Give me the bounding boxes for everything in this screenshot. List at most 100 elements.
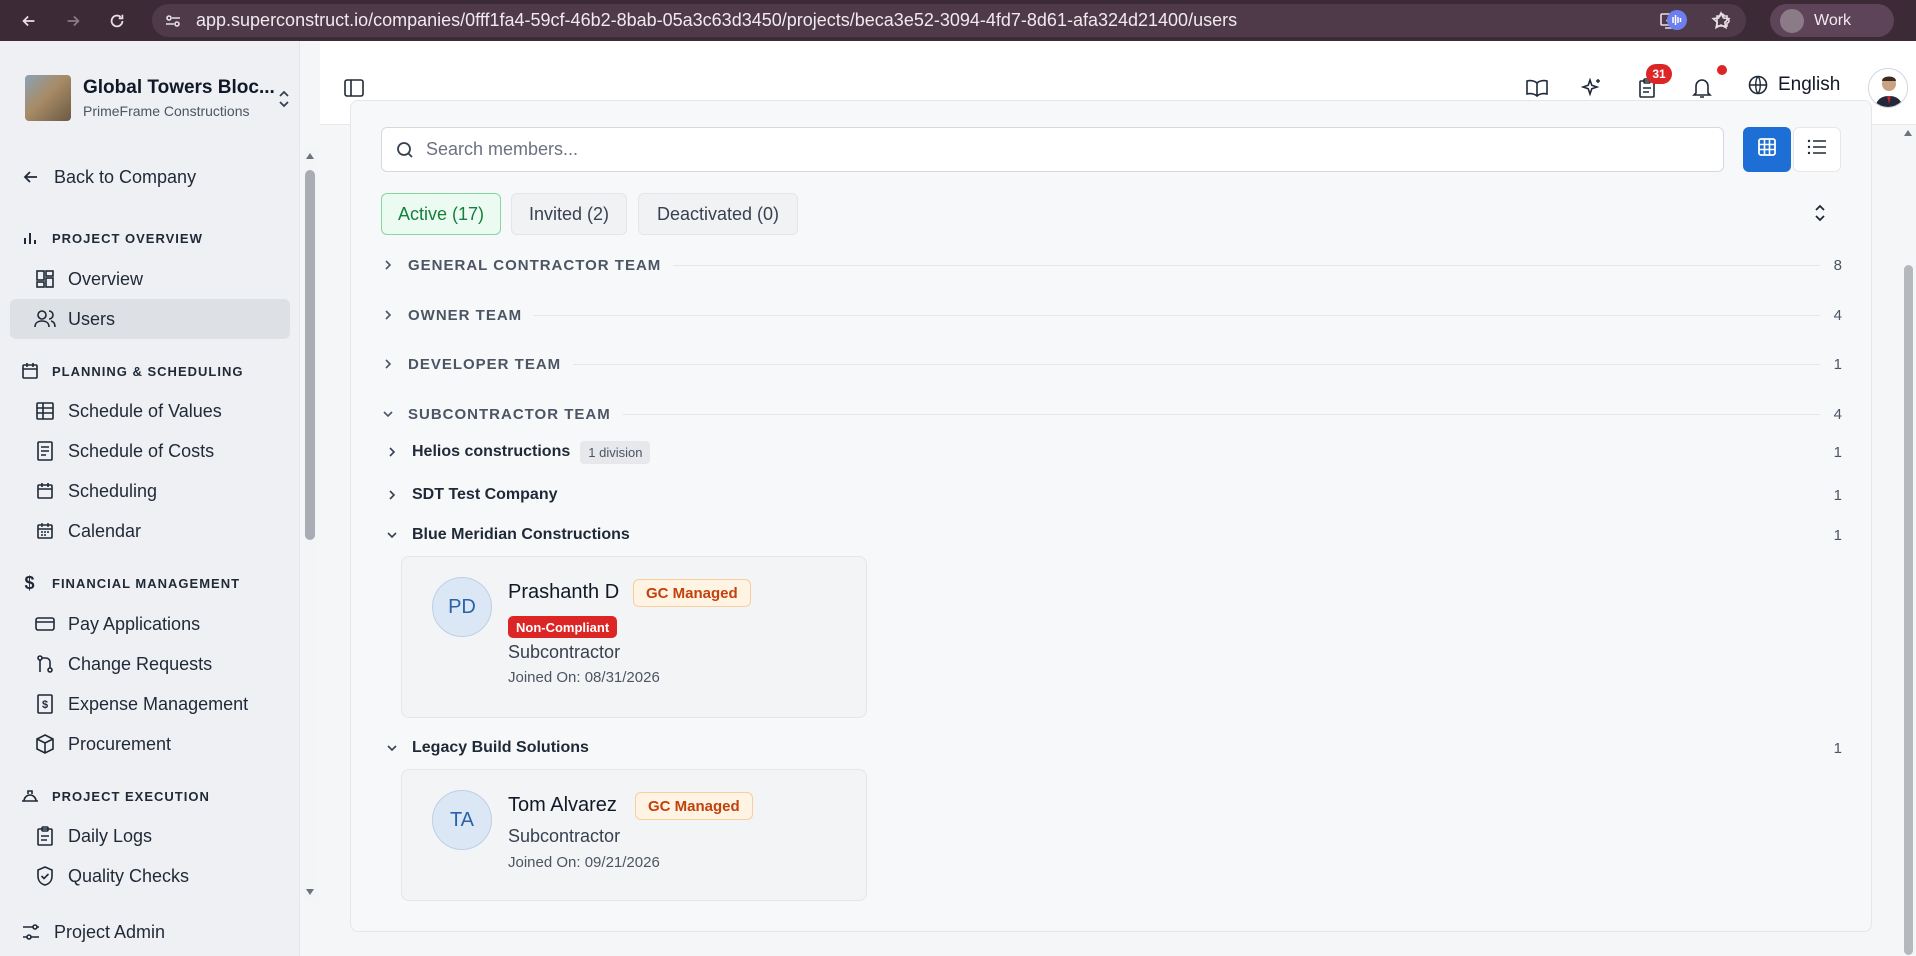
sidebar-item-overview[interactable]: Overview: [10, 259, 290, 299]
sparkles-icon[interactable]: [1580, 76, 1604, 100]
language-selector[interactable]: English: [1748, 74, 1840, 96]
site-settings-icon[interactable]: [156, 4, 190, 37]
tab-deactivated[interactable]: Deactivated (0): [638, 193, 798, 235]
company-blue-meridian[interactable]: Blue Meridian Constructions 1: [384, 522, 1842, 548]
search-box[interactable]: [381, 127, 1724, 172]
group-title: OWNER TEAM: [408, 306, 523, 324]
browser-toolbar: app.superconstruct.io/companies/0fff1fa4…: [0, 0, 1916, 41]
company-count: 1: [1833, 526, 1842, 544]
sidebar-item-expense-management[interactable]: $ Expense Management: [10, 684, 290, 724]
sidebar-item-project-admin[interactable]: Project Admin: [10, 912, 290, 952]
group-general-contractor[interactable]: GENERAL CONTRACTOR TEAM 8: [380, 253, 1842, 277]
expand-collapse-all-icon[interactable]: [1812, 202, 1828, 229]
task-count-badge: 31: [1646, 64, 1672, 84]
company-sdt[interactable]: SDT Test Company 1: [384, 482, 1842, 508]
company-count: 1: [1833, 443, 1842, 461]
member-avatar: TA: [432, 790, 492, 850]
profile-button[interactable]: Work: [1770, 4, 1894, 37]
address-bar[interactable]: app.superconstruct.io/companies/0fff1fa4…: [152, 4, 1746, 37]
sidebar-scroll-thumb[interactable]: [305, 170, 315, 540]
group-subcontractor[interactable]: SUBCONTRACTOR TEAM 4: [380, 402, 1842, 426]
sidebar-toggle-icon[interactable]: [342, 76, 366, 100]
sidebar-item-pay-applications[interactable]: Pay Applications: [10, 604, 290, 644]
sidebar-item-label: Schedule of Costs: [68, 440, 215, 461]
user-avatar[interactable]: [1868, 68, 1908, 108]
git-branch-icon: [34, 653, 56, 675]
search-input[interactable]: [426, 139, 1676, 160]
company-name: SDT Test Company: [412, 486, 558, 503]
main-scroll-thumb[interactable]: [1904, 265, 1913, 955]
project-switcher[interactable]: Global Towers Bloc... PrimeFrame Constru…: [25, 73, 295, 123]
chevron-right-icon: [384, 446, 400, 458]
calendar-icon: [20, 361, 40, 381]
sidebar-item-label: Change Requests: [68, 653, 213, 674]
member-card[interactable]: TA Tom Alvarez GC Managed Subcontractor …: [401, 769, 867, 901]
section-project-overview: PROJECT OVERVIEW: [20, 227, 203, 249]
divider: [673, 264, 1820, 266]
sidebar-item-change-requests[interactable]: Change Requests: [10, 644, 290, 684]
chevron-down-icon: [380, 409, 396, 419]
shield-check-icon: [34, 865, 56, 887]
book-open-icon[interactable]: [1525, 76, 1549, 100]
group-title: DEVELOPER TEAM: [408, 355, 562, 373]
dollar-icon: $: [24, 572, 36, 593]
sidebar-item-schedule-of-values[interactable]: Schedule of Values: [10, 391, 290, 431]
sidebar-item-label: Overview: [68, 268, 144, 289]
list-icon: [1807, 139, 1827, 160]
list-view-button[interactable]: [1793, 127, 1841, 172]
credit-card-icon: [34, 613, 56, 635]
users-icon: [34, 308, 56, 330]
chevron-right-icon: [384, 489, 400, 501]
member-name: Prashanth D: [508, 581, 620, 603]
member-card[interactable]: PD Prashanth D GC Managed Non-Compliant …: [401, 556, 867, 718]
tab-invited[interactable]: Invited (2): [511, 193, 627, 235]
reload-icon[interactable]: [106, 10, 128, 32]
sliders-icon: [20, 921, 42, 943]
section-label: PLANNING & SCHEDULING: [52, 363, 244, 379]
back-to-company-link[interactable]: Back to Company: [10, 157, 290, 197]
package-icon: [34, 733, 56, 755]
notification-dot: [1717, 65, 1727, 75]
extension-audio-icon[interactable]: [1662, 5, 1692, 35]
back-arrow-icon[interactable]: [18, 10, 40, 32]
sidebar-item-schedule-of-costs[interactable]: Schedule of Costs: [10, 431, 290, 471]
main-scrollbar[interactable]: [1900, 125, 1916, 956]
sidebar-item-calendar[interactable]: Calendar: [10, 511, 290, 551]
forward-arrow-icon[interactable]: [62, 10, 84, 32]
company-helios[interactable]: Helios constructions 1 division 1: [384, 439, 1842, 465]
sidebar-item-label: Project Admin: [54, 921, 166, 942]
bell-icon[interactable]: [1690, 76, 1714, 100]
profile-avatar: [1780, 8, 1804, 33]
company-legacy[interactable]: Legacy Build Solutions 1: [384, 735, 1842, 761]
group-count: 8: [1833, 256, 1842, 274]
member-joined-date: Joined On: 08/31/2026: [508, 669, 660, 686]
chevron-up-down-icon[interactable]: [276, 89, 292, 114]
sidebar-item-users[interactable]: Users: [10, 299, 290, 339]
section-execution: PROJECT EXECUTION: [20, 785, 210, 807]
member-name: Tom Alvarez: [508, 794, 617, 816]
group-developer[interactable]: DEVELOPER TEAM 1: [380, 352, 1842, 376]
project-company: PrimeFrame Constructions: [83, 103, 250, 119]
section-label: PROJECT OVERVIEW: [52, 230, 203, 246]
sidebar-item-label: Schedule of Values: [68, 400, 222, 421]
sidebar-item-daily-logs[interactable]: Daily Logs: [10, 816, 290, 856]
language-label: English: [1778, 74, 1841, 95]
bar-chart-icon: [20, 228, 40, 248]
extensions-puzzle-icon[interactable]: [1708, 5, 1738, 35]
grid-view-button[interactable]: [1743, 127, 1791, 172]
company-count: 1: [1833, 739, 1842, 757]
sidebar-scrollbar[interactable]: [302, 148, 318, 902]
sidebar-item-scheduling[interactable]: Scheduling: [10, 471, 290, 511]
group-owner[interactable]: OWNER TEAM 4: [380, 303, 1842, 327]
project-name: Global Towers Bloc...: [83, 77, 275, 98]
calendar-grid-icon: [34, 520, 56, 542]
tab-active[interactable]: Active (17): [381, 193, 501, 235]
divider: [573, 363, 1820, 365]
sidebar-item-label: Daily Logs: [68, 825, 153, 846]
sidebar-item-quality-checks[interactable]: Quality Checks: [10, 856, 290, 896]
svg-text:$: $: [42, 699, 48, 711]
divider: [622, 413, 1820, 415]
sidebar-item-procurement[interactable]: Procurement: [10, 724, 290, 764]
globe-icon: [1748, 75, 1768, 95]
url-text: app.superconstruct.io/companies/0fff1fa4…: [196, 10, 1238, 30]
